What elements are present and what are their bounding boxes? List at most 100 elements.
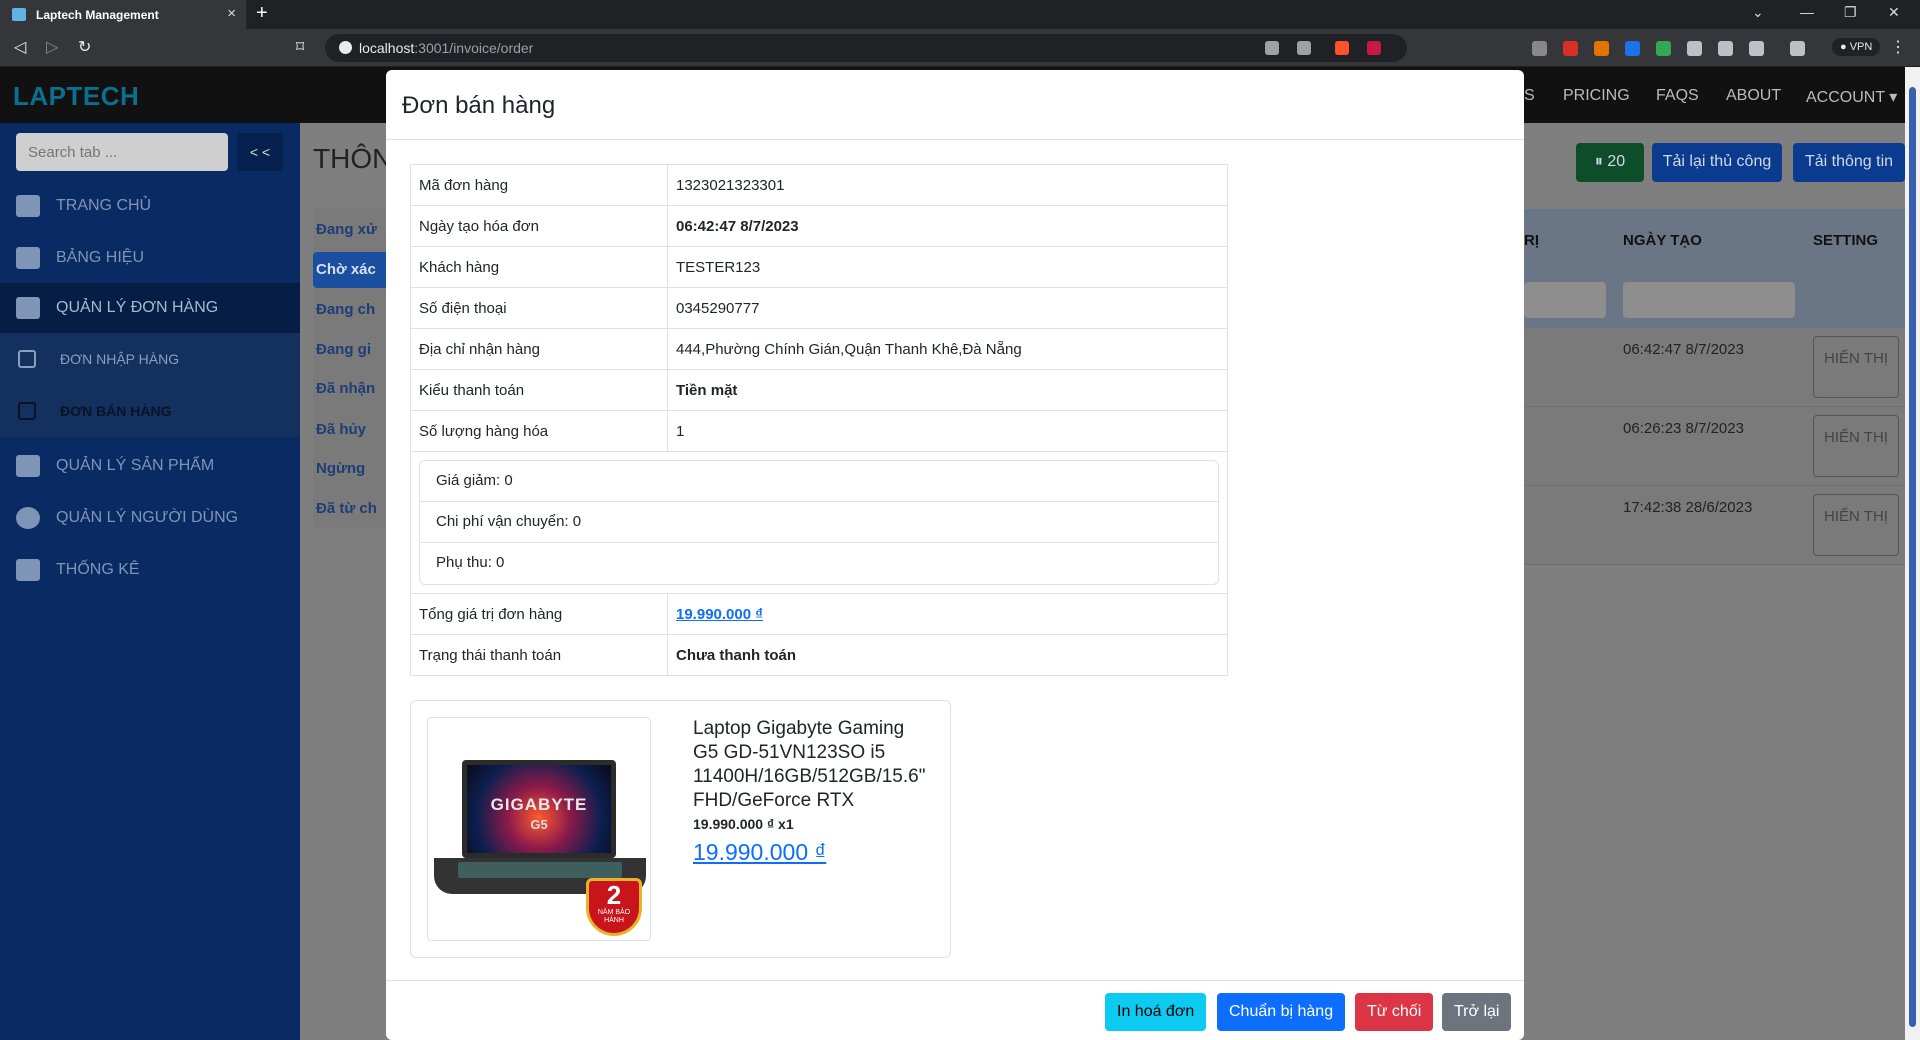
brave-shield-icon[interactable]	[1335, 41, 1349, 55]
tab-search-icon[interactable]: ⌄	[1752, 4, 1764, 21]
page-scrollbar[interactable]	[1905, 67, 1920, 1040]
table-row: Khách hàng TESTER123	[410, 246, 1228, 288]
customer-value: TESTER123	[667, 246, 1228, 288]
page-title: THÔN	[313, 143, 393, 174]
translate-icon[interactable]	[1625, 41, 1640, 56]
cookie-icon[interactable]	[1594, 41, 1609, 56]
print-invoice-button[interactable]: In hoá đơn	[1105, 993, 1207, 1031]
status-tab[interactable]: Chờ xác	[316, 261, 376, 278]
sidebar-item-label: TRANG CHỦ	[56, 197, 152, 214]
phone-label: Số điện thoại	[410, 287, 668, 329]
table-row: Số điện thoại 0345290777	[410, 287, 1228, 329]
collapse-sidebar-button[interactable]: < <	[237, 133, 283, 171]
table-row: Số lượng hàng hóa 1	[410, 410, 1228, 452]
timer-button[interactable]: ⏸ 20	[1576, 143, 1644, 182]
status-tab[interactable]: Đã nhận	[316, 380, 375, 397]
back-button[interactable]: Trở lại	[1442, 993, 1512, 1031]
maximize-button[interactable]: ❐	[1844, 4, 1857, 21]
sidebar-item-users[interactable]: QUẢN LÝ NGƯỜI DÙNG	[0, 493, 300, 543]
table-row: Trạng thái thanh toán Chưa thanh toán	[410, 634, 1228, 676]
row-date: 17:42:38 28/6/2023	[1623, 499, 1753, 516]
window-close-button[interactable]: ✕	[1888, 4, 1900, 21]
show-button[interactable]: HIỂN THỊ	[1813, 336, 1899, 398]
browser-tab[interactable]: Laptech Management ×	[0, 0, 246, 29]
modal-title: Đơn bán hàng	[402, 92, 556, 119]
reload-manual-button[interactable]: Tải lại thủ công	[1652, 143, 1782, 182]
order-modal: Đơn bán hàng Mã đơn hàng 1323021323301 N…	[386, 70, 1524, 1040]
product-image[interactable]: GIGABYTE G5 2 NĂM BẢO HÀNH	[427, 717, 651, 941]
status-tab[interactable]: Đang xử	[316, 221, 377, 238]
modal-footer: In hoá đơn Chuẩn bị hàng Từ chối Trở lại	[386, 980, 1524, 1040]
sidebar-item-import-orders[interactable]: ĐƠN NHẬP HÀNG	[0, 333, 300, 385]
sidebar-item-label: ĐƠN NHẬP HÀNG	[60, 351, 180, 367]
forward-icon[interactable]: ▷	[46, 37, 58, 57]
app-logo[interactable]: LAPTECH	[13, 81, 139, 112]
status-tab[interactable]: Ngừng	[316, 460, 365, 477]
site-info-icon[interactable]	[339, 41, 352, 54]
vpn-button[interactable]: ● VPN	[1832, 38, 1881, 56]
address-bar[interactable]: localhost:3001/invoice/order	[325, 34, 1407, 62]
show-button[interactable]: HIỂN THỊ	[1813, 494, 1899, 556]
sidebar-item-sales-orders[interactable]: ĐƠN BÁN HÀNG	[0, 385, 300, 437]
sidebar-item-label: QUẢN LÝ SẢN PHẨM	[56, 457, 215, 474]
screenshot-icon[interactable]	[1687, 41, 1702, 56]
table-row: Tổng giá trị đơn hàng 19.990.000 ₫	[410, 593, 1228, 635]
table-row: Địa chỉ nhận hàng 444,Phường Chính Gián,…	[410, 328, 1228, 370]
timer-icon: ⏸	[1594, 153, 1608, 170]
share-icon[interactable]	[1297, 41, 1311, 55]
extension-red-icon[interactable]	[1563, 41, 1578, 56]
row-date: 06:26:23 8/7/2023	[1623, 420, 1744, 437]
product-unit-price: 19.990.000 ₫ x1	[693, 816, 794, 832]
sidebar-item-ads[interactable]: BẢNG HIỆU	[0, 233, 300, 283]
menu-icon[interactable]: ⋮	[1890, 37, 1906, 57]
sidebar-item-label: BẢNG HIỆU	[56, 249, 145, 266]
sidebar-item-orders[interactable]: QUẢN LÝ ĐƠN HÀNG	[0, 283, 300, 333]
search-tab-input[interactable]	[16, 133, 228, 171]
brave-rewards-icon[interactable]	[1367, 41, 1381, 55]
nav-link-s[interactable]: S	[1524, 87, 1535, 105]
sidebar-icon[interactable]	[1749, 41, 1764, 56]
nav-link-faqs[interactable]: FAQS	[1656, 87, 1699, 105]
sidebar-item-products[interactable]: QUẢN LÝ SẢN PHẨM	[0, 441, 300, 491]
favicon-icon	[12, 8, 26, 21]
reload-info-button[interactable]: Tải thông tin	[1793, 143, 1905, 182]
nav-link-pricing[interactable]: PRICING	[1563, 87, 1630, 105]
minimize-button[interactable]: —	[1800, 4, 1814, 20]
payment-type-label: Kiểu thanh toán	[410, 369, 668, 411]
back-icon[interactable]: ◁	[14, 37, 26, 57]
scrollbar-thumb[interactable]	[1909, 87, 1916, 1027]
status-tab[interactable]: Đang gi	[316, 341, 371, 358]
show-button[interactable]: HIỂN THỊ	[1813, 415, 1899, 477]
reload-icon[interactable]: ↻	[78, 37, 91, 57]
payment-status-value: Chưa thanh toán	[667, 634, 1228, 676]
table-row: Giá giảm: 0 Chi phí vận chuyển: 0 Phụ th…	[410, 451, 1228, 594]
url-text: localhost:3001/invoice/order	[359, 40, 534, 56]
extension-green-icon[interactable]	[1656, 41, 1671, 56]
warranty-text: NĂM BẢO HÀNH	[597, 909, 631, 924]
total-value: 19.990.000 ₫	[667, 593, 1228, 635]
wallet-icon[interactable]	[1790, 41, 1805, 56]
nav-link-about[interactable]: ABOUT	[1726, 87, 1781, 105]
extension-off-icon[interactable]	[1532, 41, 1547, 56]
warranty-badge: 2 NĂM BẢO HÀNH	[586, 878, 642, 936]
new-tab-button[interactable]: +	[256, 2, 268, 25]
order-id-value: 1323021323301	[667, 164, 1228, 206]
address-value: 444,Phường Chính Gián,Quận Thanh Khê,Đà …	[667, 328, 1228, 370]
status-tab[interactable]: Đang ch	[316, 301, 375, 318]
sidebar-item-home[interactable]: TRANG CHỦ	[0, 181, 300, 231]
tab-close-icon[interactable]: ×	[227, 5, 236, 22]
status-tab[interactable]: Đã hủy	[316, 421, 366, 438]
filter-date-input[interactable]	[1623, 282, 1795, 318]
status-tab[interactable]: Đã từ ch	[316, 500, 377, 517]
laptop-brand: GIGABYTE	[490, 795, 588, 814]
sidebar-item-stats[interactable]: THỐNG KÊ	[0, 545, 300, 595]
nav-link-account[interactable]: ACCOUNT ▾	[1806, 87, 1897, 107]
payment-type-value: Tiền mặt	[667, 369, 1228, 411]
reject-button[interactable]: Từ chối	[1355, 993, 1434, 1031]
discount-item: Giá giảm: 0	[420, 461, 1218, 502]
filter-input[interactable]	[1524, 282, 1606, 318]
key-icon[interactable]	[1265, 41, 1279, 55]
bookmark-icon[interactable]: ⌑	[296, 37, 304, 57]
prepare-goods-button[interactable]: Chuẩn bị hàng	[1217, 993, 1346, 1031]
puzzle-icon[interactable]	[1718, 41, 1733, 56]
